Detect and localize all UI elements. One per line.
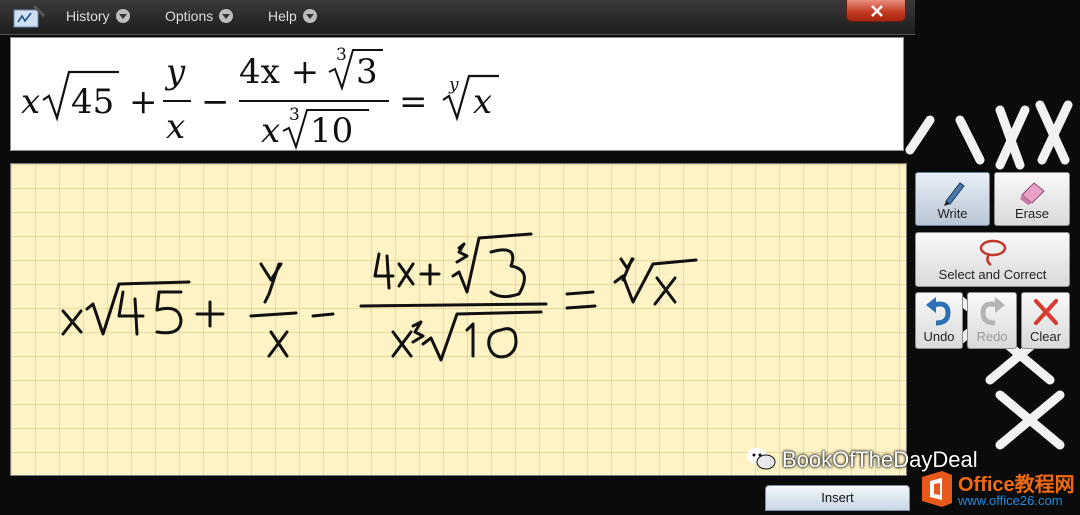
root-index: y xyxy=(448,75,459,95)
eraser-icon xyxy=(1020,182,1045,205)
clear-button[interactable]: Clear xyxy=(1021,292,1070,349)
redo-button[interactable]: Redo xyxy=(967,292,1017,349)
math-input-app-icon xyxy=(13,4,46,28)
undo-label: Undo xyxy=(923,329,955,344)
title-bar: History Options Help xyxy=(0,0,915,35)
menu-help-label: Help xyxy=(268,8,297,24)
fraction1-numerator: y xyxy=(164,52,186,92)
menu-help[interactable]: Help xyxy=(268,8,317,24)
root-index: 3 xyxy=(336,45,347,65)
root-argument: 10 xyxy=(310,111,353,150)
redo-label: Redo xyxy=(976,329,1008,344)
office26-logo: Office教程网 www.office26.com xyxy=(918,466,1080,515)
tool-panel: Write Erase Select and Correct Undo Redo xyxy=(912,170,1072,350)
chevron-down-icon xyxy=(302,9,317,23)
lasso-icon xyxy=(979,239,1006,267)
sqrt-argument: 45 xyxy=(71,82,114,122)
close-icon xyxy=(871,5,883,17)
select-and-correct-label: Select and Correct xyxy=(938,267,1047,282)
recognition-preview: x 45 + y x − 4x + 3 3 x 3 10 = y x xyxy=(10,37,904,151)
handwritten-ink xyxy=(61,232,698,362)
menu-history[interactable]: History xyxy=(66,8,130,24)
undo-icon xyxy=(926,297,951,326)
minus-sign: − xyxy=(201,82,230,122)
fraction1-denominator: x xyxy=(166,107,185,147)
term-x: x xyxy=(21,82,40,122)
fraction2-den-x: x xyxy=(261,111,280,150)
clear-x-icon xyxy=(1033,299,1058,325)
redo-icon xyxy=(980,297,1005,326)
menu-options-label: Options xyxy=(165,8,214,24)
root-index: 3 xyxy=(289,105,300,125)
select-and-correct-button[interactable]: Select and Correct xyxy=(915,232,1070,287)
chevron-down-icon xyxy=(115,9,130,23)
menu-options[interactable]: Options xyxy=(165,8,234,24)
wechat-icon xyxy=(747,448,776,470)
formatted-equation: x 45 + y x − 4x + 3 3 x 3 10 = y x xyxy=(21,45,499,150)
insert-label: Insert xyxy=(821,490,854,505)
logo-url-text: www.office26.com xyxy=(958,493,1063,508)
insert-button[interactable]: Insert xyxy=(765,485,910,511)
pen-icon xyxy=(943,182,965,206)
write-button[interactable]: Write xyxy=(915,172,990,226)
plus-sign: + xyxy=(129,82,158,122)
writing-pad[interactable] xyxy=(10,163,907,476)
office-logo-icon xyxy=(922,471,952,507)
root-argument: x xyxy=(473,82,492,122)
clear-label: Clear xyxy=(1029,329,1062,344)
chevron-down-icon xyxy=(219,9,234,23)
fraction2-numerator: 4x + xyxy=(239,52,319,92)
undo-button[interactable]: Undo xyxy=(915,292,963,349)
erase-button[interactable]: Erase xyxy=(994,172,1070,226)
erase-label: Erase xyxy=(1015,206,1049,221)
menu-history-label: History xyxy=(66,8,110,24)
close-button[interactable] xyxy=(846,0,906,22)
write-label: Write xyxy=(937,206,968,221)
equals-sign: = xyxy=(399,82,428,122)
root-argument: 3 xyxy=(356,52,378,92)
